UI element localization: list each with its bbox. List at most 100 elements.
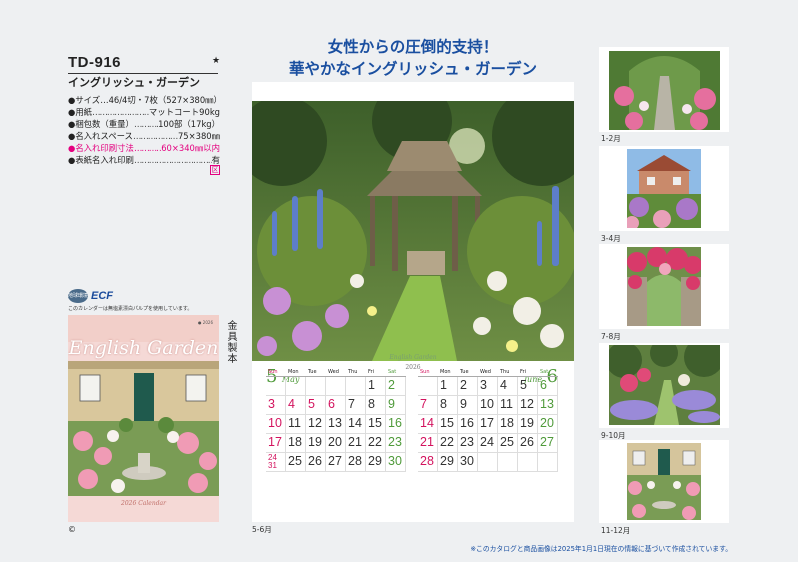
day-cell: 20 xyxy=(326,434,346,453)
day-cell xyxy=(418,377,438,396)
day-cell: 16 xyxy=(386,415,406,434)
spec-key: 表紙名入れ印刷 xyxy=(75,155,134,165)
star-mark: ★ xyxy=(212,56,221,66)
day-cell: 11 xyxy=(498,396,518,415)
weekday-header: Thu xyxy=(498,367,518,377)
day-cell: 24 31 xyxy=(266,453,286,472)
main-caption: 5-6月 xyxy=(252,525,272,534)
day-cell: 21 xyxy=(418,434,438,453)
cover-house-photo xyxy=(68,361,219,496)
ecf-note: このカレンダーは無塩素漂白パルプを使用しています。 xyxy=(68,306,193,312)
day-cell: 15 xyxy=(438,415,458,434)
headline-line1: 女性からの圧倒的支持！ xyxy=(327,37,499,56)
thumbnail-jul-aug xyxy=(599,244,729,329)
main-calendar-sheet: English Garden 2026 5 May June 6 Sun Mon T… xyxy=(252,82,574,522)
weekday-header: Sun xyxy=(266,367,286,377)
day-cell: 29 xyxy=(438,453,458,472)
thumbnail-label-mar-apr: 3-4月 xyxy=(601,234,621,243)
thumbnail-jan-feb xyxy=(599,47,729,132)
copyright-mark: © xyxy=(68,525,76,534)
day-cell: 4 xyxy=(498,377,518,396)
day-cell: 18 xyxy=(286,434,306,453)
cottage-photo xyxy=(627,149,701,228)
spec-item: ●用紙 マットコート90kg xyxy=(68,106,220,118)
spec-value: 75×380㎜ xyxy=(177,131,220,141)
may-grid: Sun Mon Tue Wed Thu Fri Sat 1 2 3 4 5 6 7 8 9 10 11 12 13 14… xyxy=(266,367,406,472)
weekday-header: Tue xyxy=(458,367,478,377)
spec-list: ●サイズ…46/4切・7枚（527×380㎜）●用紙マットコート90kg●梱包数… xyxy=(68,94,222,166)
day-cell xyxy=(346,377,366,396)
spec-item: ●名入れ印刷寸法 60×340㎜以内 xyxy=(68,142,220,154)
stacked-day: 31 xyxy=(268,461,277,470)
day-cell: 17 xyxy=(478,415,498,434)
leader-dots xyxy=(134,154,212,166)
bullet-icon: ● xyxy=(68,143,76,153)
day-cell: 26 xyxy=(306,453,326,472)
day-cell: 13 xyxy=(538,396,558,415)
spec-key: サイズ xyxy=(75,95,101,105)
day-cell: 3 xyxy=(266,396,286,415)
day-cell: 29 xyxy=(366,453,386,472)
binding-label: 金具製本 xyxy=(225,320,236,364)
day-cell: 5 xyxy=(306,396,326,415)
day-cell xyxy=(266,377,286,396)
day-cell: 20 xyxy=(538,415,558,434)
headline: 女性からの圧倒的支持！ 華やかなイングリッシュ・ガーデン xyxy=(252,36,574,80)
day-cell: 16 xyxy=(458,415,478,434)
day-cell: 30 xyxy=(458,453,478,472)
weekday-header: Sun xyxy=(418,367,438,377)
day-cell: 11 xyxy=(286,415,306,434)
weekday-header: Wed xyxy=(326,367,346,377)
product-name: イングリッシュ・ガーデン xyxy=(68,76,200,89)
day-cell: 12 xyxy=(518,396,538,415)
day-cell: 8 xyxy=(366,396,386,415)
leader-dots xyxy=(134,118,158,130)
spec-item: ●梱包数（重量） 100部（17kg） xyxy=(68,118,220,130)
day-cell: 4 xyxy=(286,396,306,415)
day-cell: 22 xyxy=(366,434,386,453)
day-cell: 23 xyxy=(458,434,478,453)
day-cell: 26 xyxy=(518,434,538,453)
thumbnail-nov-dec xyxy=(599,440,729,523)
spec-item: ● サイズ… 46/4切・7枚（527×380㎜） xyxy=(68,94,222,106)
day-cell: 2 xyxy=(458,377,478,396)
weekday-header: Fri xyxy=(366,367,386,377)
day-cell: 12 xyxy=(306,415,326,434)
cover-calendar-label: 2026 Calendar xyxy=(68,496,219,522)
day-cell: 22 xyxy=(438,434,458,453)
day-cell: 17 xyxy=(266,434,286,453)
weekday-header: Sat xyxy=(538,367,558,377)
day-cell: 21 xyxy=(346,434,366,453)
bullet-icon: ● xyxy=(68,107,76,117)
bullet-icon: ● xyxy=(68,131,76,141)
leader-dots xyxy=(92,106,149,118)
thumbnail-label-jan-feb: 1-2月 xyxy=(601,134,621,143)
day-cell: 6 xyxy=(538,377,558,396)
day-cell xyxy=(518,453,538,472)
day-cell: 8 xyxy=(438,396,458,415)
day-cell xyxy=(306,377,326,396)
spec-value: 46/4切・7枚（527×380㎜） xyxy=(108,95,222,105)
day-cell: 14 xyxy=(346,415,366,434)
rose-arch-photo xyxy=(609,51,720,130)
day-cell xyxy=(478,453,498,472)
day-cell: 1 xyxy=(438,377,458,396)
june-grid: Sun Mon Tue Wed Thu Fri Sat 1 2 3 4 5 6 7 8 9 10 11 12 13 14… xyxy=(418,367,558,472)
earth-icon: 地球環境 xyxy=(68,289,88,303)
weekday-header: Fri xyxy=(518,367,538,377)
headline-line2: 華やかなイングリッシュ・ガーデン xyxy=(288,59,537,78)
day-cell: 19 xyxy=(518,415,538,434)
day-cell xyxy=(326,377,346,396)
spec-key: 名入れスペース xyxy=(75,131,133,141)
thumbnail-sep-oct xyxy=(599,343,729,428)
ecf-wordmark: ECF xyxy=(91,290,113,302)
day-cell: 2 xyxy=(386,377,406,396)
day-cell: 1 xyxy=(366,377,386,396)
thumbnail-label-jul-aug: 7-8月 xyxy=(601,332,621,341)
day-cell: 5 xyxy=(518,377,538,396)
house-garden-photo xyxy=(627,443,701,520)
cover-brand: ● 2026 xyxy=(198,320,213,325)
thumbnail-mar-apr xyxy=(599,146,729,231)
day-cell: 13 xyxy=(326,415,346,434)
leader-dots xyxy=(133,130,178,142)
